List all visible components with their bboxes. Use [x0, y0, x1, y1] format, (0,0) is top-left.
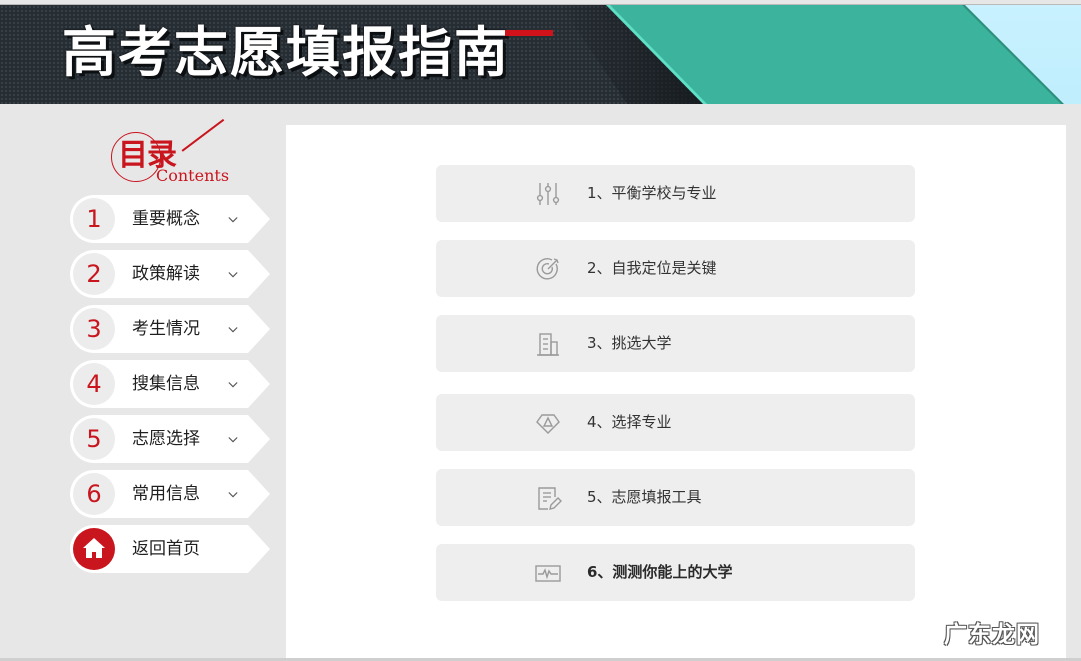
home-label: 返回首页 [132, 539, 200, 559]
sidebar-item-choice[interactable]: 5 志愿选择 [70, 415, 270, 463]
card-self-positioning[interactable]: 2、自我定位是关键 [436, 240, 915, 297]
menu-item-number: 2 [73, 253, 115, 295]
menu-item-label: 考生情况 [132, 319, 200, 339]
chevron-down-icon [228, 382, 238, 388]
home-icon [73, 528, 115, 570]
menu-item-label: 常用信息 [132, 484, 200, 504]
chevron-down-icon [228, 327, 238, 333]
menu-item-label: 搜集信息 [132, 374, 200, 394]
card-label: 1、平衡学校与专业 [587, 184, 717, 202]
watermark-text: 广东龙网 [944, 622, 1040, 648]
chevron-down-icon [228, 272, 238, 278]
card-test-university[interactable]: 6、测测你能上的大学 [436, 544, 915, 601]
menu-item-label: 重要概念 [132, 209, 200, 229]
sidebar: 目录 Contents 1 重要概念 2 政策解读 3 考生情况 4 搜集信息 … [0, 104, 286, 661]
menu-item-number: 6 [73, 473, 115, 515]
header-banner: 高考志愿填报指南 [0, 4, 1081, 104]
card-balance-school-major[interactable]: 1、平衡学校与专业 [436, 165, 915, 222]
house-glyph [83, 538, 105, 558]
sliders-icon [536, 183, 560, 205]
menu-item-number: 4 [73, 363, 115, 405]
sidebar-item-common-info[interactable]: 6 常用信息 [70, 470, 270, 518]
toc-logo: 目录 Contents [108, 118, 238, 188]
banner-title: 高考志愿填报指南 [62, 21, 510, 84]
diamond-icon [536, 414, 560, 434]
pulse-monitor-icon [535, 565, 561, 582]
card-label: 2、自我定位是关键 [587, 259, 717, 277]
sidebar-item-policy[interactable]: 2 政策解读 [70, 250, 270, 298]
document-edit-icon [538, 487, 562, 510]
sidebar-item-important-concepts[interactable]: 1 重要概念 [70, 195, 270, 243]
building-icon [537, 333, 559, 356]
toc-slash [181, 118, 224, 152]
card-application-tools[interactable]: 5、志愿填报工具 [436, 469, 915, 526]
card-choose-university[interactable]: 3、挑选大学 [436, 315, 915, 372]
sidebar-item-collect-info[interactable]: 4 搜集信息 [70, 360, 270, 408]
toc-subtitle: Contents [156, 166, 230, 185]
sidebar-item-student-status[interactable]: 3 考生情况 [70, 305, 270, 353]
card-label: 4、选择专业 [587, 413, 672, 431]
chevron-down-icon [228, 217, 238, 223]
card-choose-major[interactable]: 4、选择专业 [436, 394, 915, 451]
chevron-down-icon [228, 492, 238, 498]
card-label: 3、挑选大学 [587, 334, 672, 352]
menu-item-number: 3 [73, 308, 115, 350]
target-icon [536, 258, 559, 280]
card-label: 5、志愿填报工具 [587, 488, 702, 506]
menu-item-number: 5 [73, 418, 115, 460]
menu-item-label: 政策解读 [132, 264, 200, 284]
chevron-down-icon [228, 437, 238, 443]
home-button[interactable]: 返回首页 [70, 525, 270, 573]
menu-item-label: 志愿选择 [132, 429, 200, 449]
menu-item-number: 1 [73, 198, 115, 240]
card-label: 6、测测你能上的大学 [587, 563, 733, 581]
banner-title-accent [505, 30, 553, 36]
main-panel: 1、平衡学校与专业 2、自我定位是关键 3、挑选大学 4、选择专业 5、志愿填报… [286, 125, 1066, 661]
